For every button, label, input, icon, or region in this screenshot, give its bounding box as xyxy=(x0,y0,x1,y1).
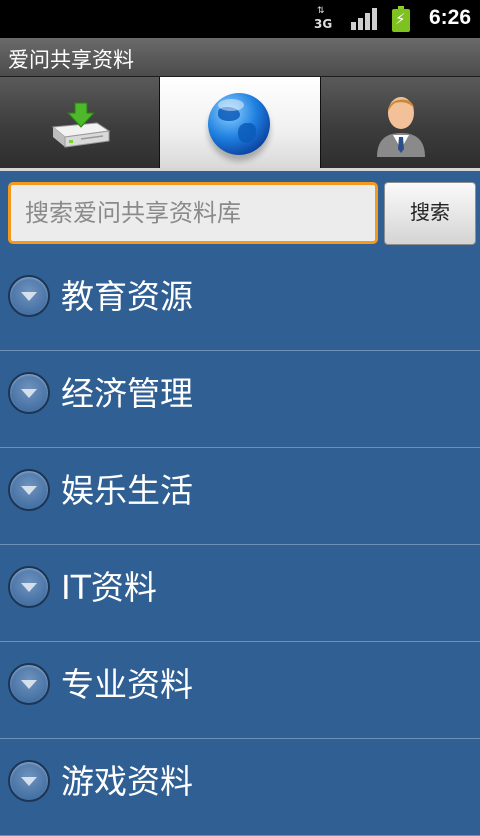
globe-icon xyxy=(208,93,270,155)
category-label: 娱乐生活 xyxy=(61,471,193,510)
category-label: 经济管理 xyxy=(61,374,193,413)
tab-bar xyxy=(0,76,480,169)
category-label: 游戏资料 xyxy=(61,762,193,801)
list-item-economics[interactable]: 经济管理 xyxy=(0,351,480,448)
category-label: 专业资料 xyxy=(61,665,193,704)
app-title: 爱问共享资料 xyxy=(8,48,134,72)
person-icon xyxy=(377,97,425,157)
tab-browse[interactable] xyxy=(160,77,321,168)
network-type-label: 3G xyxy=(314,17,333,31)
chevron-down-icon xyxy=(8,372,50,414)
data-activity-arrows: ⇅ xyxy=(317,6,324,16)
download-disk-icon xyxy=(51,102,111,148)
category-list: 教育资源 经济管理 娱乐生活 IT资料 专业资料 游戏资料 xyxy=(0,254,480,836)
chevron-down-icon xyxy=(8,469,50,511)
app-title-bar: 爱问共享资料 xyxy=(0,38,480,77)
chevron-down-icon xyxy=(8,566,50,608)
search-button[interactable]: 搜索 xyxy=(384,182,476,245)
list-item-it[interactable]: IT资料 xyxy=(0,545,480,642)
tab-account[interactable] xyxy=(321,77,480,168)
search-input[interactable] xyxy=(8,182,378,244)
category-label: 教育资源 xyxy=(61,277,193,316)
status-bar: ⇅ 3G ⚡ 6:26 xyxy=(0,0,480,38)
list-item-education[interactable]: 教育资源 xyxy=(0,254,480,351)
chevron-down-icon xyxy=(8,275,50,317)
category-label: IT资料 xyxy=(61,568,157,607)
list-item-professional[interactable]: 专业资料 xyxy=(0,642,480,739)
search-bar: 搜索 xyxy=(0,171,480,254)
chevron-down-icon xyxy=(8,760,50,802)
list-item-games[interactable]: 游戏资料 xyxy=(0,739,480,836)
list-item-entertainment[interactable]: 娱乐生活 xyxy=(0,448,480,545)
chevron-down-icon xyxy=(8,663,50,705)
tab-download[interactable] xyxy=(0,77,160,168)
signal-strength-icon xyxy=(351,8,377,30)
status-clock: 6:26 xyxy=(428,6,471,29)
network-3g-icon: ⇅ 3G xyxy=(314,7,334,31)
battery-charging-icon: ⚡ xyxy=(392,6,410,32)
